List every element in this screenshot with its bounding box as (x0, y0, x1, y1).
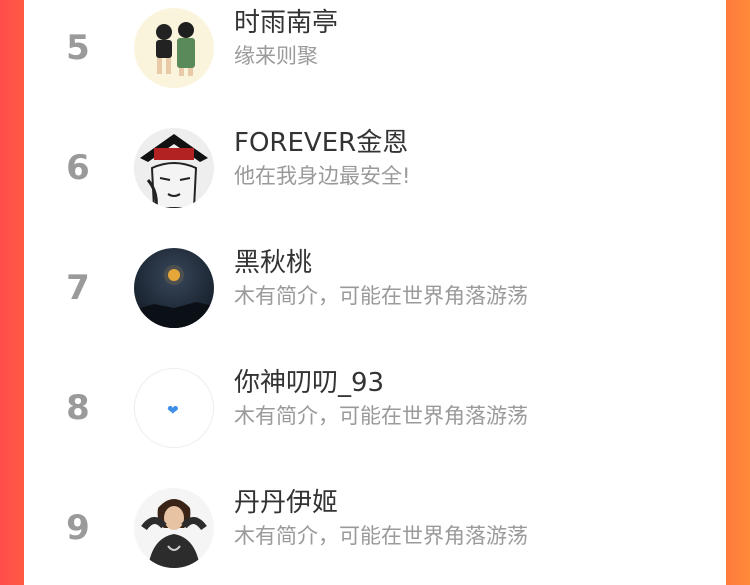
list-item[interactable]: 8 ❤ 你神叨叨_93 木有简介，可能在世界角落游荡 (24, 358, 726, 458)
rank-number: 9 (66, 508, 90, 548)
rank-number: 5 (66, 28, 90, 68)
avatar[interactable] (134, 248, 214, 328)
user-name[interactable]: 丹丹伊姬 (234, 482, 338, 519)
user-bio: 木有简介，可能在世界角落游荡 (234, 524, 528, 548)
user-bio: 木有简介，可能在世界角落游荡 (234, 284, 528, 308)
user-name[interactable]: 时雨南亭 (234, 2, 338, 39)
user-name[interactable]: FOREVER金恩 (234, 122, 408, 159)
list-item[interactable]: 5 时雨南亭 缘来则聚 (24, 0, 726, 98)
ranking-list: 5 时雨南亭 缘来则聚 6 FOREVER金恩 他在我身边最安全! 7 黑秋桃 … (24, 0, 726, 585)
avatar[interactable] (134, 128, 214, 208)
user-bio: 缘来则聚 (234, 44, 318, 68)
avatar[interactable] (134, 8, 214, 88)
rank-number: 7 (66, 268, 90, 308)
list-item[interactable]: 6 FOREVER金恩 他在我身边最安全! (24, 118, 726, 218)
user-bio: 他在我身边最安全! (234, 164, 411, 188)
avatar-illustration (134, 128, 214, 208)
user-name[interactable]: 黑秋桃 (234, 242, 312, 279)
avatar[interactable]: ❤ (134, 368, 214, 448)
user-bio: 木有简介，可能在世界角落游荡 (234, 404, 528, 428)
rank-number: 6 (66, 148, 90, 188)
list-item[interactable]: 9 丹丹伊姬 木有简介，可能在世界角落游荡 (24, 478, 726, 578)
avatar-illustration (141, 499, 207, 568)
list-item[interactable]: 7 黑秋桃 木有简介，可能在世界角落游荡 (24, 238, 726, 338)
avatar-illustration (134, 265, 214, 328)
avatar-illustration (156, 22, 195, 76)
avatar[interactable] (134, 488, 214, 568)
user-name[interactable]: 你神叨叨_93 (234, 362, 384, 399)
blue-heart-icon: ❤ (167, 403, 179, 419)
rank-number: 8 (66, 388, 90, 428)
